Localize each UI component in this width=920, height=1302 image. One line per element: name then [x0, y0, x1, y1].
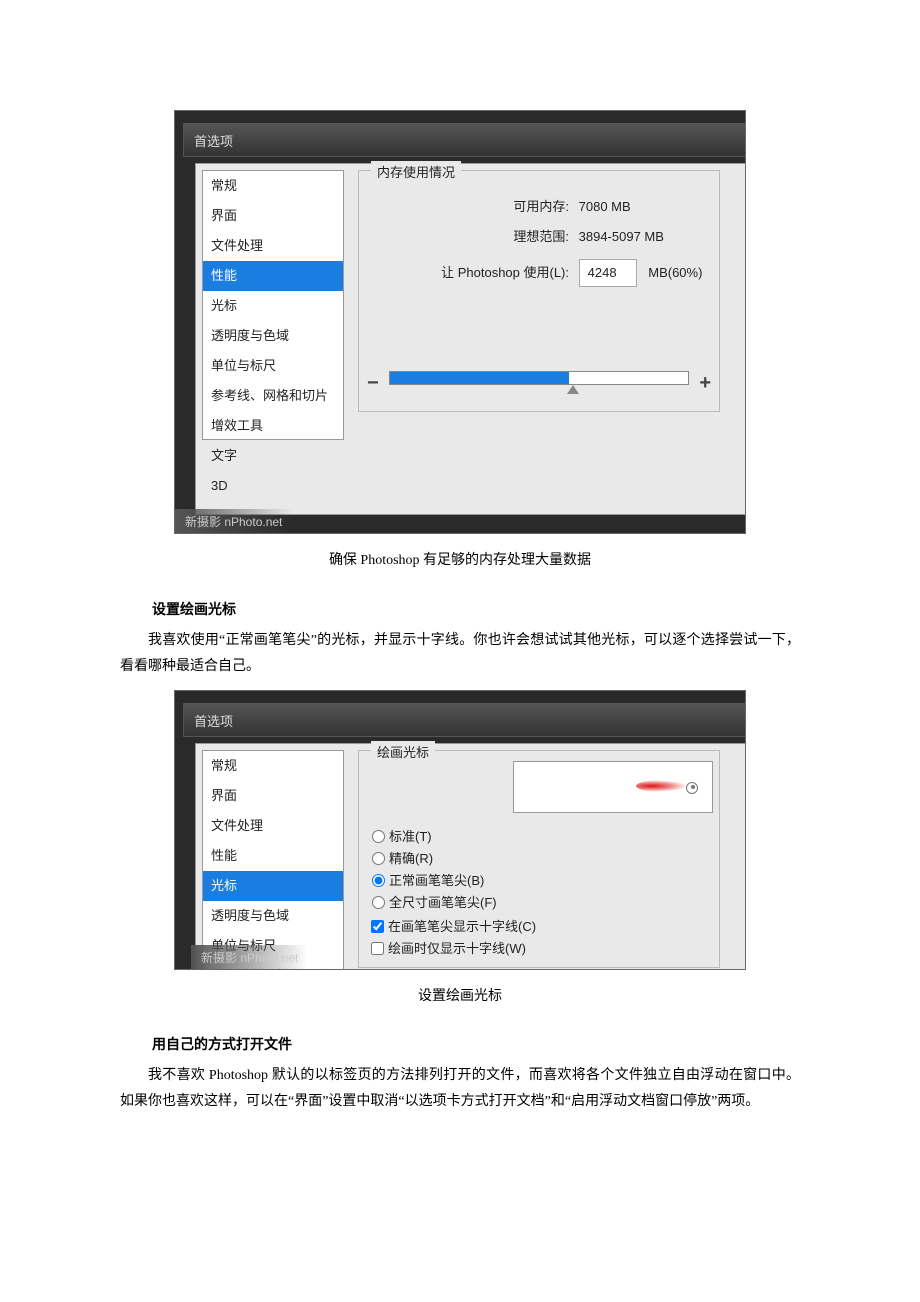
plus-icon[interactable]: +	[699, 365, 711, 402]
fieldset-legend: 内存使用情况	[371, 161, 461, 185]
checkbox-crosshair-only[interactable]: 绘画时仅显示十字线(W)	[367, 937, 526, 961]
category-list: 常规 界面 文件处理 性能 光标 透明度与色域 单位与标尺 参考线、网格和切片 …	[202, 750, 344, 970]
radio-normal-tip[interactable]: 正常画笔笔尖(B)	[367, 869, 484, 893]
radio-precise-label: 精确(R)	[389, 851, 433, 866]
figure1-caption: 确保 Photoshop 有足够的内存处理大量数据	[120, 534, 800, 584]
dialog-title: 首选项	[194, 130, 233, 154]
watermark: 新摄影 nPhoto.net	[191, 945, 308, 969]
fieldset-legend: 绘画光标	[371, 741, 435, 765]
figure2-caption: 设置绘画光标	[120, 970, 800, 1020]
slider-track[interactable]	[389, 371, 689, 385]
preferences-dialog-cursors: 首选项 常规 界面 文件处理 性能 光标 透明度与色域 单位与标尺 参考线、网格…	[174, 690, 746, 970]
painting-cursors-fieldset: 绘画光标 标准(T) 精确(R) 正常画笔笔尖(B) 全尺寸画笔笔尖(F) 在	[358, 750, 720, 968]
available-ram-value: 7080 MB	[579, 199, 631, 214]
sidebar-item-transparency[interactable]: 透明度与色域	[203, 321, 343, 351]
preferences-dialog-performance: 首选项 常规 界面 文件处理 性能 光标 透明度与色域 单位与标尺 参考线、网格…	[174, 110, 746, 534]
sidebar-item-cursors[interactable]: 光标	[203, 291, 343, 321]
radio-precise[interactable]: 精确(R)	[367, 847, 433, 871]
checkbox-crosshair-in-tip-label: 在画笔笔尖显示十字线(C)	[388, 919, 536, 934]
radio-standard[interactable]: 标准(T)	[367, 825, 432, 849]
radio-standard-label: 标准(T)	[389, 829, 432, 844]
sidebar-item-transparency[interactable]: 透明度与色域	[203, 901, 343, 931]
sidebar-item-performance[interactable]: 性能	[203, 841, 343, 871]
sidebar-item-general[interactable]: 常规	[203, 171, 343, 201]
dialog-body: 常规 界面 文件处理 性能 光标 透明度与色域 单位与标尺 参考线、网格和切片 …	[195, 743, 745, 970]
available-ram-label: 可用内存:	[359, 195, 569, 219]
let-ps-use-label: 让 Photoshop 使用(L):	[359, 261, 569, 285]
sidebar-item-guides[interactable]: 参考线、网格和切片	[203, 381, 343, 411]
dialog-titlebar[interactable]: 首选项	[183, 123, 745, 157]
sidebar-item-units[interactable]: 单位与标尺	[203, 351, 343, 381]
sidebar-item-interface[interactable]: 界面	[203, 201, 343, 231]
heading-cursors: 设置绘画光标	[120, 584, 800, 628]
paragraph-openfiles: 我不喜欢 Photoshop 默认的以标签页的方法排列打开的文件，而喜欢将各个文…	[120, 1063, 800, 1115]
paragraph-cursors: 我喜欢使用“正常画笔笔尖”的光标，并显示十字线。你也许会想试试其他光标，可以逐个…	[120, 628, 800, 680]
sidebar-item-type[interactable]: 文字	[203, 441, 343, 471]
dialog-titlebar[interactable]: 首选项	[183, 703, 745, 737]
sidebar-item-plugins[interactable]: 增效工具	[203, 411, 343, 441]
checkbox-crosshair-in-tip[interactable]: 在画笔笔尖显示十字线(C)	[367, 915, 536, 939]
radio-normal-tip-label: 正常画笔笔尖(B)	[389, 873, 484, 888]
dialog-body: 常规 界面 文件处理 性能 光标 透明度与色域 单位与标尺 参考线、网格和切片 …	[195, 163, 745, 515]
sidebar-item-3d[interactable]: 3D	[203, 471, 343, 501]
sidebar-item-interface[interactable]: 界面	[203, 781, 343, 811]
radio-full-tip-label: 全尺寸画笔笔尖(F)	[389, 895, 497, 910]
slider-marker-icon	[567, 385, 579, 394]
ideal-range-label: 理想范围:	[359, 225, 569, 249]
slider-fill	[390, 372, 569, 384]
minus-icon[interactable]: −	[367, 365, 379, 402]
memory-fieldset: 内存使用情况 可用内存: 7080 MB 理想范围: 3894-5097 MB …	[358, 170, 720, 412]
let-ps-use-suffix: MB(60%)	[648, 265, 702, 280]
sidebar-item-general[interactable]: 常规	[203, 751, 343, 781]
sidebar-item-cursors[interactable]: 光标	[203, 871, 343, 901]
watermark: 新摄影 nPhoto.net	[175, 509, 292, 533]
sidebar-item-filehandling[interactable]: 文件处理	[203, 231, 343, 261]
sidebar-item-filehandling[interactable]: 文件处理	[203, 811, 343, 841]
memory-slider[interactable]: − +	[367, 365, 711, 395]
heading-openfiles: 用自己的方式打开文件	[120, 1019, 800, 1063]
cursor-preview	[513, 761, 713, 813]
brush-stroke-icon	[636, 776, 694, 796]
category-list: 常规 界面 文件处理 性能 光标 透明度与色域 单位与标尺 参考线、网格和切片 …	[202, 170, 344, 440]
ideal-range-value: 3894-5097 MB	[579, 229, 664, 244]
let-ps-use-input[interactable]: 4248	[579, 259, 637, 287]
radio-full-tip[interactable]: 全尺寸画笔笔尖(F)	[367, 891, 497, 915]
checkbox-crosshair-only-label: 绘画时仅显示十字线(W)	[388, 941, 526, 956]
dialog-title: 首选项	[194, 710, 233, 734]
sidebar-item-performance[interactable]: 性能	[203, 261, 343, 291]
